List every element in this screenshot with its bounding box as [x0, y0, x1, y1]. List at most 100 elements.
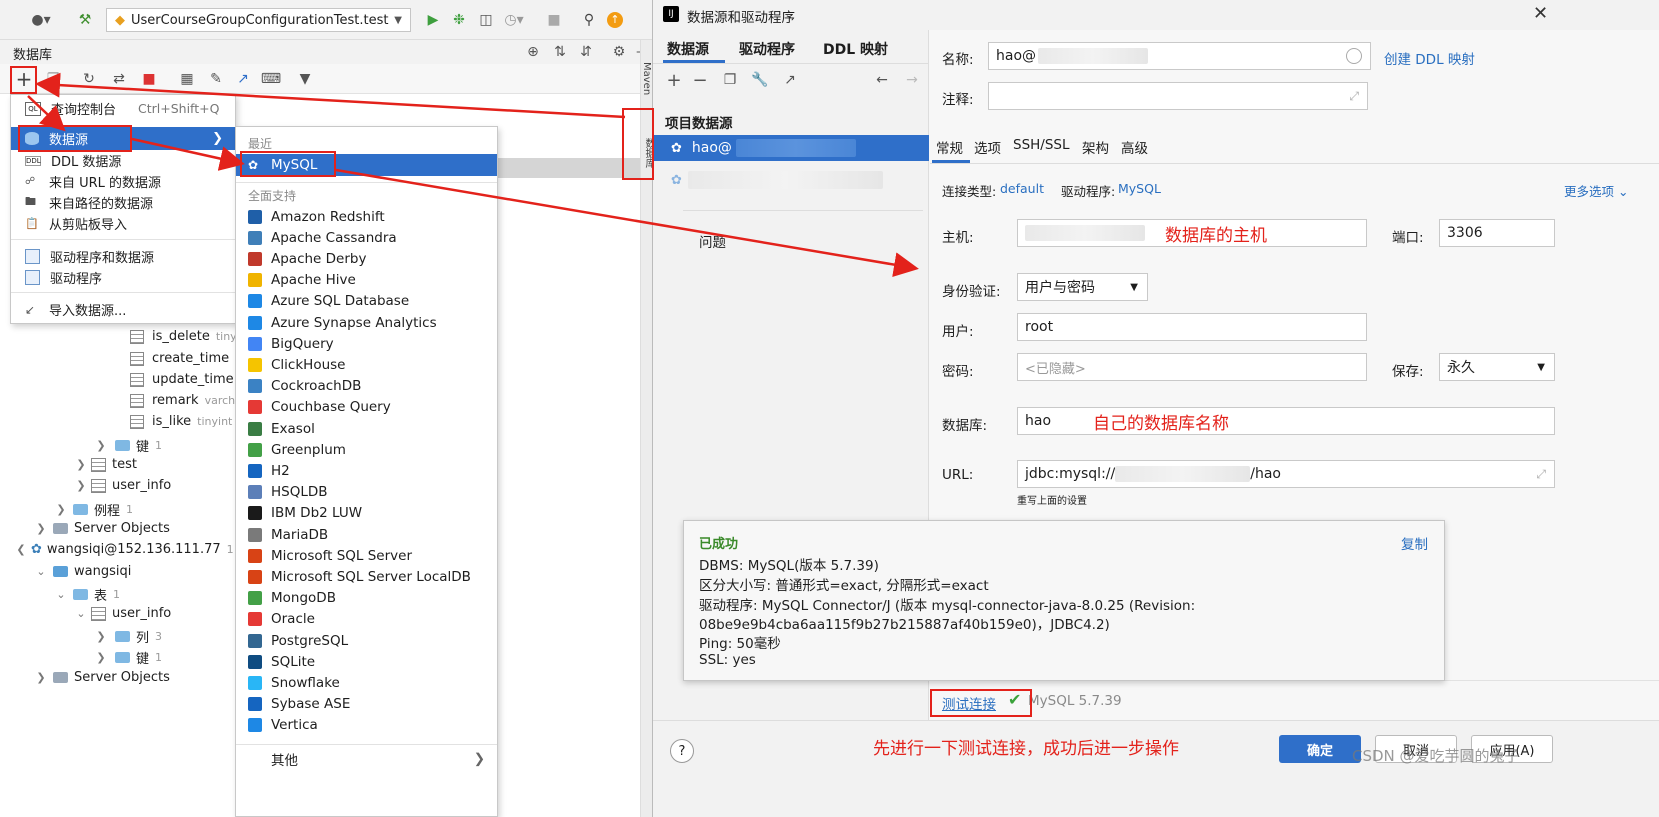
- left-tab-drivers[interactable]: 驱动程序: [739, 39, 795, 59]
- tab-options[interactable]: 选项: [974, 137, 1001, 157]
- menu-item-url-datasource[interactable]: ☍ 来自 URL 的数据源: [11, 171, 235, 192]
- target-icon[interactable]: ⊕: [522, 41, 544, 63]
- database-input[interactable]: hao 自己的数据库名称: [1017, 407, 1555, 435]
- chevron-right-icon[interactable]: ❯: [75, 479, 87, 492]
- ds-item[interactable]: Microsoft SQL Server: [236, 545, 497, 566]
- ds-item[interactable]: BigQuery: [236, 333, 497, 354]
- profile-icon[interactable]: ◷▾: [503, 9, 525, 31]
- stop-icon[interactable]: ■: [543, 9, 565, 31]
- tree-row[interactable]: ⌄ user_info: [75, 606, 171, 621]
- menu-item-clipboard-import[interactable]: 📋 从剪贴板导入: [11, 213, 235, 234]
- chevron-right-icon[interactable]: ❯: [55, 503, 67, 516]
- ds-item[interactable]: CockroachDB: [236, 376, 497, 397]
- save-select[interactable]: 永久 ▼: [1439, 353, 1555, 381]
- ds-item[interactable]: Azure Synapse Analytics: [236, 312, 497, 333]
- ds-list-item-selected[interactable]: ✿ hao@: [653, 135, 929, 161]
- ds-item[interactable]: MariaDB: [236, 524, 497, 545]
- duplicate-icon[interactable]: ❐: [719, 69, 741, 91]
- tree-row[interactable]: update_time: [130, 372, 234, 387]
- coverage-icon[interactable]: ◫: [475, 9, 497, 31]
- tree-row[interactable]: is_like tinyint: [130, 414, 232, 429]
- stop-square-icon[interactable]: ■: [138, 68, 160, 90]
- left-tab-datasources[interactable]: 数据源: [667, 39, 709, 59]
- expand-all-icon[interactable]: ⇅: [549, 41, 571, 63]
- update-icon[interactable]: ↑: [604, 9, 626, 31]
- user-icon[interactable]: ●▾: [30, 9, 52, 31]
- menu-item-import-datasources[interactable]: ↙ 导入数据源...: [11, 299, 235, 320]
- ds-item[interactable]: H2: [236, 460, 497, 481]
- menu-item-drivers-and-datasources[interactable]: 驱动程序和数据源: [11, 246, 235, 267]
- ds-item[interactable]: Amazon Redshift: [236, 206, 497, 227]
- ds-item[interactable]: Oracle: [236, 609, 497, 630]
- tree-row[interactable]: create_time: [130, 351, 229, 366]
- ds-item[interactable]: Snowflake: [236, 672, 497, 693]
- close-icon[interactable]: ✕: [1533, 3, 1548, 24]
- conn-type-value[interactable]: default: [1000, 181, 1044, 196]
- tree-row[interactable]: ❯ Server Objects: [35, 670, 169, 685]
- problems-label[interactable]: 问题: [699, 231, 726, 251]
- tree-row[interactable]: ❯ 键 1: [95, 648, 162, 667]
- ds-item-mysql-recent[interactable]: ✿ MySQL: [236, 154, 497, 176]
- ds-item[interactable]: Apache Cassandra: [236, 227, 497, 248]
- ds-item[interactable]: HSQLDB: [236, 482, 497, 503]
- ok-button[interactable]: 确定: [1279, 735, 1361, 763]
- wrench-icon[interactable]: 🔧: [749, 69, 771, 91]
- ds-item-other[interactable]: 其他 ❯: [236, 748, 497, 769]
- add-icon[interactable]: +: [13, 67, 35, 91]
- menu-item-ddl-datasource[interactable]: DDL DDL 数据源: [11, 150, 235, 171]
- more-options-link[interactable]: 更多选项 ⌄: [1564, 181, 1628, 200]
- forward-arrow-icon[interactable]: →: [901, 69, 923, 91]
- password-input[interactable]: <已隐藏>: [1017, 353, 1367, 381]
- tab-general[interactable]: 常规: [936, 137, 963, 157]
- chevron-down-icon[interactable]: ❮: [15, 543, 27, 556]
- ds-item[interactable]: Microsoft SQL Server LocalDB: [236, 566, 497, 587]
- tree-row[interactable]: is_delete tiny: [130, 329, 237, 344]
- chevron-down-icon[interactable]: ⌄: [55, 588, 67, 601]
- port-input[interactable]: 3306: [1439, 219, 1555, 247]
- ds-item[interactable]: Exasol: [236, 418, 497, 439]
- tree-row[interactable]: ❯ 列 3: [95, 627, 162, 646]
- filter-icon[interactable]: ▼: [294, 68, 316, 90]
- chevron-down-icon[interactable]: ⌄: [75, 607, 87, 620]
- tree-row[interactable]: ❯ Server Objects: [35, 521, 169, 536]
- edit-icon[interactable]: ✎: [205, 68, 227, 90]
- chevron-down-icon[interactable]: ⌄: [35, 565, 47, 578]
- export-icon[interactable]: ↗: [779, 69, 801, 91]
- chevron-right-icon[interactable]: ❯: [95, 651, 107, 664]
- ds-item[interactable]: MongoDB: [236, 588, 497, 609]
- menu-item-query-console[interactable]: QL 查询控制台 Ctrl+Shift+Q: [11, 98, 235, 119]
- debug-icon[interactable]: ❉: [448, 9, 470, 31]
- ds-item[interactable]: ClickHouse: [236, 354, 497, 375]
- user-input[interactable]: root: [1017, 313, 1367, 341]
- chevron-right-icon[interactable]: ❯: [35, 671, 47, 684]
- color-circle-icon[interactable]: [1346, 48, 1362, 64]
- tab-schemas[interactable]: 架构: [1082, 137, 1109, 157]
- run-icon[interactable]: ▶: [422, 9, 444, 31]
- add-icon[interactable]: +: [663, 69, 685, 91]
- menu-item-drivers[interactable]: 驱动程序: [11, 267, 235, 288]
- ds-item[interactable]: Sybase ASE: [236, 694, 497, 715]
- tree-row[interactable]: ❯ 键 1: [95, 436, 162, 455]
- auth-select[interactable]: 用户与密码 ▼: [1017, 273, 1148, 301]
- left-tab-ddl-mapping[interactable]: DDL 映射: [823, 39, 888, 59]
- chevron-right-icon[interactable]: ❯: [95, 630, 107, 643]
- ds-item[interactable]: Azure SQL Database: [236, 291, 497, 312]
- console-icon[interactable]: ⌨: [260, 68, 282, 90]
- remove-icon[interactable]: −: [689, 69, 711, 91]
- driver-value[interactable]: MySQL: [1118, 181, 1161, 196]
- ds-item[interactable]: Vertica: [236, 715, 497, 736]
- ds-list-item[interactable]: ✿: [653, 169, 929, 191]
- url-input[interactable]: jdbc:mysql:///hao ⤢: [1017, 460, 1555, 488]
- name-input[interactable]: hao@: [988, 42, 1371, 70]
- ds-item[interactable]: Apache Hive: [236, 270, 497, 291]
- host-input[interactable]: 数据库的主机: [1017, 219, 1367, 247]
- jump-icon[interactable]: ↗: [232, 68, 254, 90]
- create-ddl-mapping-link[interactable]: 创建 DDL 映射: [1384, 48, 1475, 68]
- tree-row[interactable]: ❯ user_info: [75, 478, 171, 493]
- expand-icon[interactable]: ⤢: [1536, 467, 1546, 482]
- menu-item-path-datasource[interactable]: 🖿 来自路径的数据源: [11, 192, 235, 213]
- expand-icon[interactable]: ⤢: [1349, 89, 1359, 104]
- tree-row[interactable]: ⌄ 表 1: [55, 585, 120, 604]
- chevron-right-icon[interactable]: ❯: [95, 439, 107, 452]
- sync-icon[interactable]: ⇄: [108, 68, 130, 90]
